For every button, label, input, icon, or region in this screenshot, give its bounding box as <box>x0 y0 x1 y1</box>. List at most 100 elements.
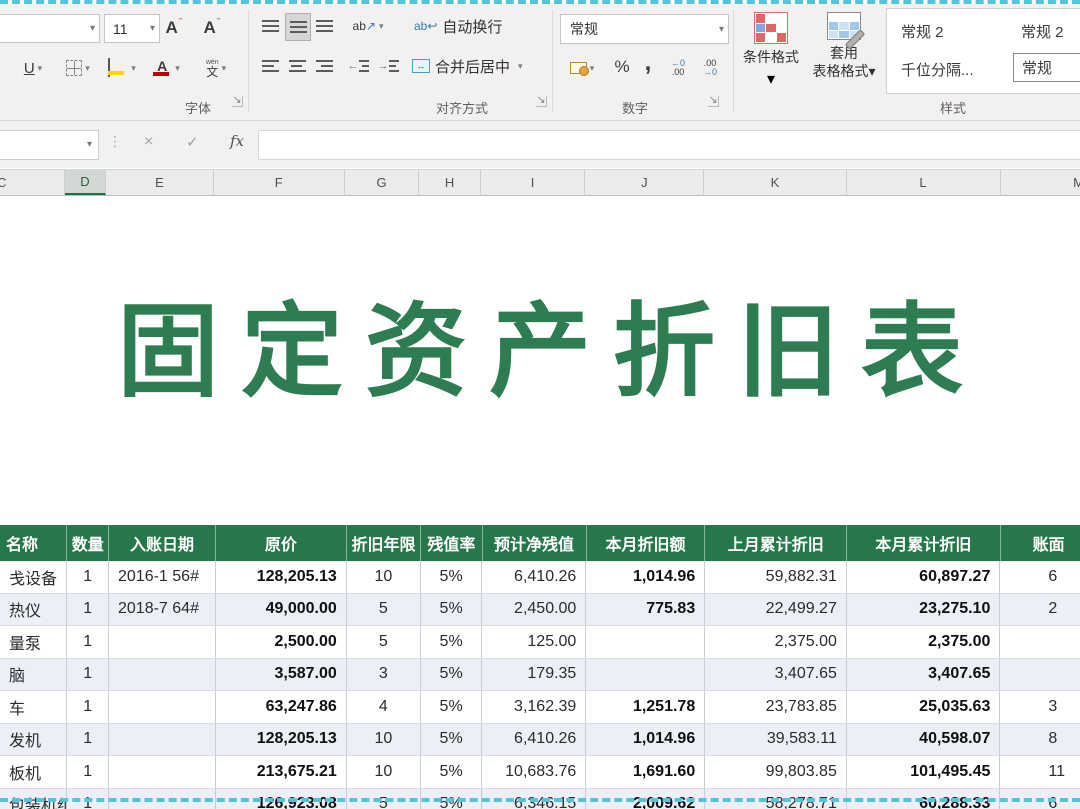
grow-font-button[interactable]: A ˆ <box>158 14 190 42</box>
table-cell[interactable]: 49,000.00 <box>216 594 347 626</box>
style-item-normal-selected[interactable]: 常规 <box>1013 53 1080 82</box>
table-cell[interactable]: 发机 <box>0 724 67 756</box>
align-right-button[interactable] <box>312 53 336 79</box>
column-header-E[interactable]: E <box>106 170 213 195</box>
table-cell[interactable]: 10 <box>347 561 421 593</box>
font-size-combo[interactable]: 11 ▾ <box>104 14 160 43</box>
format-as-table-button[interactable]: 套用 表格格式▾ <box>806 12 882 80</box>
table-cell[interactable]: 63,247.86 <box>216 691 347 723</box>
table-cell[interactable] <box>109 691 216 723</box>
chevron-down-icon[interactable]: ▾ <box>90 23 95 34</box>
chevron-down-icon[interactable]: ▾ <box>85 63 90 74</box>
table-cell[interactable]: 60,897.27 <box>847 561 1001 593</box>
table-cell[interactable]: 99,803.85 <box>705 756 847 788</box>
increase-decimal-button[interactable]: ←0 .00 <box>664 54 692 82</box>
table-cell[interactable]: 热仪 <box>0 594 67 626</box>
table-cell[interactable]: 775.83 <box>586 594 705 626</box>
table-cell[interactable]: 101,495.45 <box>847 756 1001 788</box>
column-header-D[interactable]: D <box>65 170 107 195</box>
table-cell[interactable]: 板机 <box>0 756 67 788</box>
table-cell[interactable] <box>1000 626 1080 658</box>
shrink-font-button[interactable]: A ˇ <box>196 14 228 42</box>
wrap-text-button[interactable]: ab↩ 自动换行 <box>414 13 502 39</box>
table-cell[interactable]: 1 <box>67 756 109 788</box>
table-cell[interactable]: 3 <box>1000 691 1080 723</box>
table-cell[interactable]: 22,499.27 <box>705 594 847 626</box>
table-cell[interactable]: 5% <box>421 756 482 788</box>
table-cell[interactable]: 3,587.00 <box>216 659 347 691</box>
table-cell[interactable]: 1 <box>67 691 109 723</box>
table-cell[interactable]: 2018-7 64# <box>109 594 216 626</box>
decrease-decimal-button[interactable]: .00 →0 <box>696 54 724 82</box>
table-header-cell[interactable]: 名称 <box>0 525 67 561</box>
table-header-cell[interactable]: 数量 <box>67 525 109 561</box>
percent-style-button[interactable]: % <box>608 52 636 82</box>
table-header-cell[interactable]: 预计净残值 <box>483 525 587 561</box>
table-cell[interactable]: 179.35 <box>482 659 586 691</box>
table-cell[interactable]: 2,375.00 <box>847 626 1001 658</box>
table-header-cell[interactable]: 入账日期 <box>109 525 216 561</box>
column-header-I[interactable]: I <box>481 170 585 195</box>
name-box[interactable]: ▾ <box>0 130 99 160</box>
table-cell[interactable]: 1 <box>67 626 109 658</box>
table-cell[interactable]: 1 <box>67 659 109 691</box>
insert-function-icon[interactable]: fx <box>230 132 244 150</box>
table-cell[interactable]: 1,251.78 <box>586 691 705 723</box>
table-cell[interactable]: 128,205.13 <box>216 724 347 756</box>
table-cell[interactable]: 23,783.85 <box>705 691 847 723</box>
table-header-cell[interactable]: 本月折旧额 <box>587 525 706 561</box>
align-top-button[interactable] <box>258 13 282 39</box>
table-cell[interactable]: 39,583.11 <box>705 724 847 756</box>
chevron-down-icon[interactable]: ▾ <box>175 63 180 74</box>
chevron-down-icon[interactable]: ▾ <box>590 63 595 74</box>
table-cell[interactable]: 1 <box>67 724 109 756</box>
chevron-down-icon[interactable]: ▾ <box>767 69 775 89</box>
table-cell[interactable]: 8 <box>1000 724 1080 756</box>
font-name-combo[interactable]: ▾ <box>0 14 100 43</box>
comma-style-button[interactable]: , <box>638 48 658 78</box>
table-cell[interactable]: 1 <box>67 594 109 626</box>
table-cell[interactable] <box>109 756 216 788</box>
table-cell[interactable]: 2 <box>1000 594 1080 626</box>
alignment-dialog-launcher[interactable]: ↘ <box>536 96 547 107</box>
chevron-down-icon[interactable]: ▾ <box>87 139 92 150</box>
table-cell[interactable]: 3 <box>347 659 421 691</box>
table-cell[interactable]: 5 <box>347 626 421 658</box>
table-cell[interactable]: 10,683.76 <box>482 756 586 788</box>
column-header-J[interactable]: J <box>585 170 704 195</box>
table-cell[interactable] <box>109 659 216 691</box>
column-header-L[interactable]: L <box>847 170 1001 195</box>
merge-center-button[interactable]: ↔ 合并后居中 ▾ <box>412 53 523 79</box>
table-cell[interactable]: 6,410.26 <box>482 724 586 756</box>
chevron-down-icon[interactable]: ▾ <box>150 23 155 34</box>
table-cell[interactable] <box>586 626 705 658</box>
table-cell[interactable] <box>109 626 216 658</box>
table-cell[interactable]: 2,375.00 <box>705 626 847 658</box>
style-item-normal-2[interactable]: 常规 2 <box>901 21 944 42</box>
table-cell[interactable] <box>109 724 216 756</box>
align-middle-button[interactable] <box>285 13 311 41</box>
table-cell[interactable]: 5% <box>421 594 482 626</box>
table-cell[interactable] <box>1000 659 1080 691</box>
column-header-H[interactable]: H <box>419 170 481 195</box>
column-header-M[interactable]: M <box>1001 170 1080 195</box>
phonetic-guide-button[interactable]: wén 文 ▾ <box>194 54 238 82</box>
align-left-button[interactable] <box>258 53 282 79</box>
column-header-K[interactable]: K <box>704 170 846 195</box>
align-center-button[interactable] <box>285 53 309 79</box>
table-cell[interactable]: 10 <box>347 724 421 756</box>
chevron-down-icon[interactable]: ▾ <box>719 24 724 35</box>
table-cell[interactable] <box>586 659 705 691</box>
table-cell[interactable]: 2,500.00 <box>216 626 347 658</box>
chevron-down-icon[interactable]: ▾ <box>518 61 523 72</box>
chevron-down-icon[interactable]: ▾ <box>222 63 227 74</box>
table-cell[interactable]: 2,450.00 <box>482 594 586 626</box>
underline-button[interactable]: U ▾ <box>14 54 52 82</box>
table-cell[interactable]: 40,598.07 <box>847 724 1001 756</box>
table-cell[interactable]: 3,407.65 <box>847 659 1001 691</box>
cancel-icon[interactable]: × <box>144 133 153 151</box>
column-header-G[interactable]: G <box>345 170 420 195</box>
table-cell[interactable]: 213,675.21 <box>216 756 347 788</box>
column-header-C[interactable]: C <box>0 170 65 195</box>
table-cell[interactable]: 128,205.13 <box>216 561 347 593</box>
